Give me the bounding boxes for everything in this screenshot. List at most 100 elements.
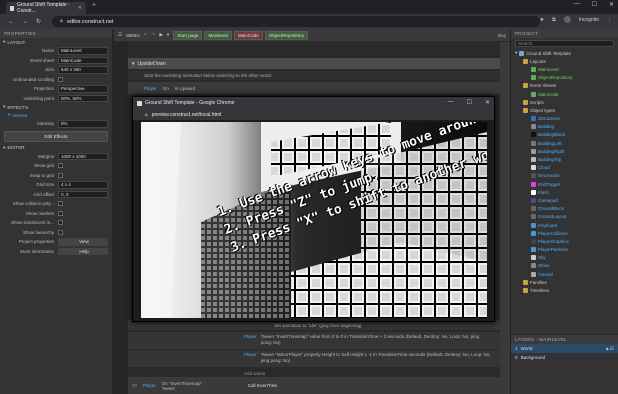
event-comment[interactable]: Start the vanishing animation below swit…	[128, 71, 510, 80]
tree-item[interactable]: PlayerParticles	[511, 246, 618, 254]
layout-section[interactable]: ▾ LAYOUT	[0, 38, 112, 46]
event-group[interactable]: ▾ UpsideDown	[128, 58, 510, 69]
tree-item[interactable]: ObjectRepository	[511, 74, 618, 82]
event-sheet-scrollbar[interactable]	[500, 42, 510, 394]
tree-item[interactable]: Building	[511, 123, 618, 131]
tree-item[interactable]: Gamepad	[511, 196, 618, 204]
tree-folder[interactable]: Event sheets	[511, 82, 618, 90]
editor-section[interactable]: ▾ EDITOR	[0, 144, 112, 152]
reload-icon[interactable]: ↻	[36, 18, 41, 25]
property-value[interactable]: 640 x 360	[58, 66, 108, 74]
preview-address-bar[interactable]: 🔒︎ preview.construct.net/local.html	[133, 109, 494, 120]
undo-icon[interactable]: ↶	[144, 32, 148, 38]
tree-item[interactable]: GroundLayout	[511, 213, 618, 221]
maximize-icon[interactable]: ☐	[592, 1, 597, 8]
tree-item[interactable]: Sky	[511, 254, 618, 262]
layer-row[interactable]: 1 World 🔒︎ ☑	[511, 344, 618, 353]
layers-panel: LAYERS - MAINLEVEL 1 World 🔒︎ ☑ 0 Backgr…	[510, 335, 618, 394]
menu-icon[interactable]: ☰	[118, 32, 122, 38]
incognito-avatar-icon[interactable]	[563, 16, 571, 23]
help-button[interactable]: Help	[58, 247, 108, 255]
back-icon[interactable]: ←	[8, 19, 14, 25]
forward-icon[interactable]: →	[22, 19, 28, 25]
layer-lock-icon[interactable]: 🔒︎ ☑	[606, 346, 614, 352]
project-search-input[interactable]: Search	[515, 40, 614, 47]
maximize-icon[interactable]: ☐	[467, 99, 472, 106]
redo-icon[interactable]: ↷	[152, 32, 156, 38]
edit-effects-button[interactable]: Edit Effects	[4, 130, 108, 142]
property-checkbox[interactable]	[58, 210, 63, 216]
tree-item[interactable]: PlayerCollision	[511, 229, 618, 237]
tree-item[interactable]: EndTrigger	[511, 180, 618, 188]
play-icon[interactable]: ▶	[159, 32, 163, 38]
event-row[interactable]: Player On Is Upward	[128, 82, 510, 94]
close-tab-icon[interactable]: ✕	[78, 5, 82, 11]
browser-tab[interactable]: Ground Shift Template - Constr... ✕	[6, 2, 86, 14]
object-type-icon	[531, 173, 536, 179]
tree-item[interactable]: BuildingRight	[511, 147, 618, 155]
effects-section[interactable]: ▾ EFFECTS	[0, 103, 112, 111]
tree-item[interactable]: BuildingTop	[511, 155, 618, 163]
view-button[interactable]: View	[58, 238, 108, 246]
property-value[interactable]: 50%, 50%	[58, 94, 108, 102]
tree-item[interactable]: MainLevel	[511, 65, 618, 73]
editor-tab[interactable]: ObjectRepository	[264, 30, 309, 40]
property-value[interactable]: 0, 0	[58, 190, 108, 198]
tree-folder[interactable]: Timelines	[511, 286, 618, 294]
property-label: Event sheet	[30, 57, 54, 63]
intensity-value[interactable]: 0%	[58, 120, 108, 128]
property-value[interactable]: 4 x 4	[58, 181, 108, 189]
property-checkbox[interactable]	[58, 172, 63, 178]
property-checkbox[interactable]	[58, 76, 63, 82]
action-row[interactable]: Player Tween "MirrorPlayer" property Hei…	[128, 350, 510, 367]
tree-item[interactable]: Tutorial	[511, 270, 618, 278]
tree-folder[interactable]: Families	[511, 278, 618, 286]
tree-folder[interactable]: Scripts	[511, 98, 618, 106]
play-dropdown-icon[interactable]: ▾	[167, 32, 169, 38]
action-row[interactable]: Player Tween "InvertTimemap" value from …	[128, 332, 510, 349]
close-window-icon[interactable]: ✕	[609, 1, 614, 8]
event-row[interactable]: 30 Player On "InvertTimemap" Tween Call …	[128, 377, 510, 394]
tree-item[interactable]: Keyboard	[511, 221, 618, 229]
minimize-icon[interactable]: —	[574, 1, 580, 8]
buy-button[interactable]: Buy	[498, 33, 506, 38]
property-checkbox[interactable]	[58, 220, 63, 226]
layer-row[interactable]: 0 Background	[511, 353, 618, 362]
browser-menu-icon[interactable]: ⋮	[607, 17, 612, 23]
editor-tab[interactable]: Mainlevel	[204, 30, 232, 40]
tree-item[interactable]: Flash	[511, 188, 618, 196]
project-root[interactable]: ▾ Ground Shift Template	[511, 49, 618, 57]
tree-item[interactable]: PlayerGraphics	[511, 237, 618, 245]
extensions-icon[interactable]: ⧉	[552, 17, 556, 23]
tree-item[interactable]: GroundBlock	[511, 205, 618, 213]
tree-item[interactable]: Stone	[511, 262, 618, 270]
tree-folder[interactable]: Object types	[511, 106, 618, 114]
event-condition: On "InvertTimemap" Tween	[161, 380, 203, 391]
tree-item[interactable]: BuildingLeft	[511, 139, 618, 147]
menu-button[interactable]: MENU	[126, 33, 140, 38]
editor-tab[interactable]: MainCode	[233, 30, 263, 40]
property-value[interactable]: MainCode	[58, 56, 108, 64]
property-checkbox[interactable]	[58, 201, 63, 207]
address-bar[interactable]: 🔒︎ editor.construct.net	[52, 16, 540, 27]
bookmark-star-icon[interactable]: ★	[540, 17, 544, 23]
game-canvas[interactable]: 1. Use the arrow keys to move around. 2.…	[141, 122, 487, 318]
tree-item[interactable]: 3DCamera	[511, 115, 618, 123]
minimize-icon[interactable]: —	[448, 99, 454, 106]
tree-folder[interactable]: Layouts	[511, 57, 618, 65]
tree-item[interactable]: Cloud	[511, 164, 618, 172]
property-checkbox[interactable]	[58, 163, 63, 169]
new-tab-icon[interactable]: +	[92, 2, 96, 9]
close-window-icon[interactable]: ✕	[485, 99, 490, 106]
property-value[interactable]: Perspective	[58, 85, 108, 93]
property-value[interactable]: MainLevel	[58, 47, 108, 55]
property-checkbox[interactable]	[58, 229, 63, 235]
property-row: Event sheet MainCode	[0, 56, 112, 66]
tree-item[interactable]: Decoration	[511, 172, 618, 180]
editor-tab[interactable]: Start page	[173, 30, 203, 40]
tree-item[interactable]: MainCode	[511, 90, 618, 98]
property-row: Size 640 x 360	[0, 65, 112, 75]
effect-inverse[interactable]: ▾ Inverse	[0, 111, 112, 119]
tree-item[interactable]: BuildingBlack	[511, 131, 618, 139]
property-value[interactable]: 1000 x 1000	[58, 152, 108, 160]
